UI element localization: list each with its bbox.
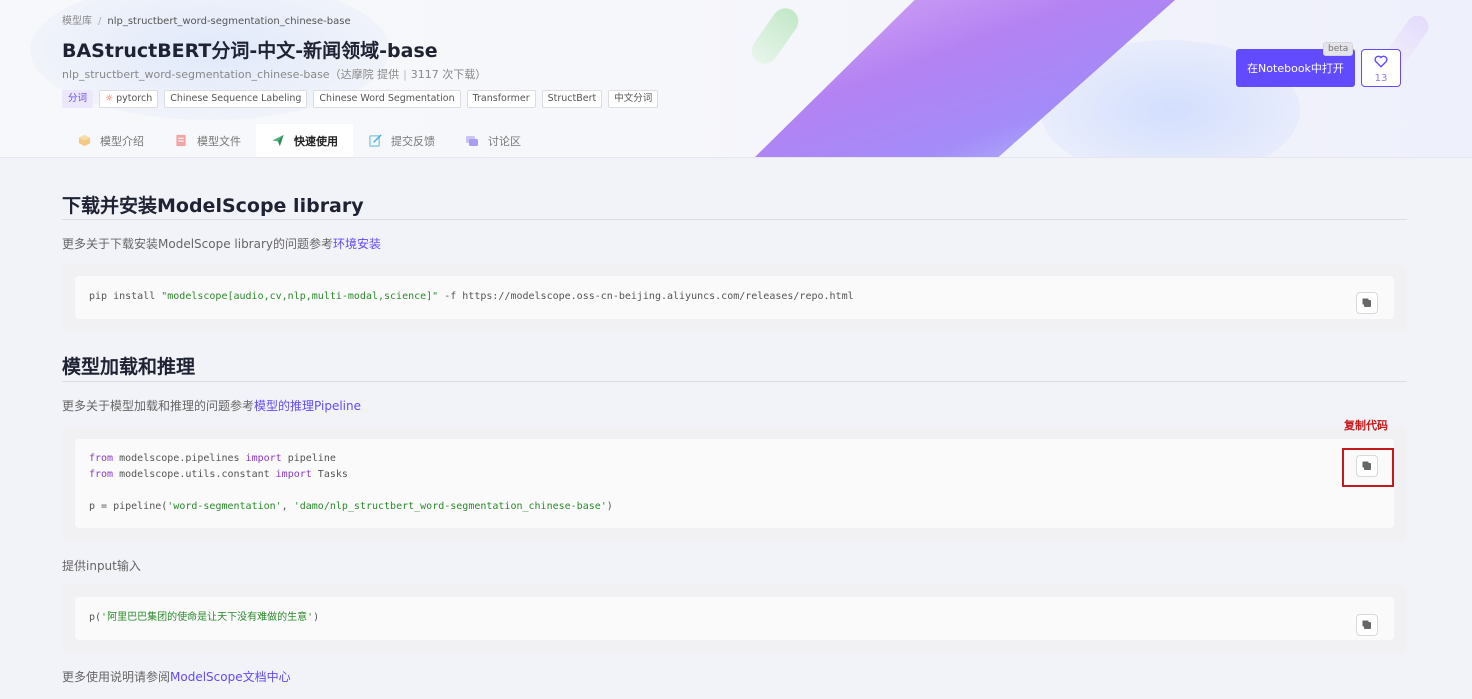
code-keyword: from: [89, 469, 114, 480]
tab-label: 讨论区: [488, 134, 521, 148]
inference-description: 更多关于模型加载和推理的问题参考模型的推理Pipeline: [62, 397, 361, 414]
section-divider: [62, 381, 1407, 382]
code-line: p('阿里巴巴集团的使命是让天下没有难做的生意'): [89, 610, 319, 626]
heart-icon: [1374, 53, 1388, 72]
tag-label: pytorch: [116, 93, 153, 104]
tab-model-files[interactable]: 模型文件: [159, 124, 256, 157]
tag[interactable]: Chinese Sequence Labeling: [164, 90, 308, 108]
breadcrumb: 模型库 / nlp_structbert_word-segmentation_chi…: [62, 12, 351, 27]
tab-bar: 模型介绍 模型文件 快速使用 提交反馈 讨论区: [62, 124, 536, 157]
tab-label: 提交反馈: [391, 134, 435, 148]
code-token: pip install: [89, 291, 162, 302]
tab-label: 模型文件: [197, 134, 241, 148]
section-divider: [62, 219, 1407, 220]
chat-icon: [465, 134, 479, 148]
code-line: from modelscope.pipelines import pipelin…: [89, 451, 336, 467]
description-text: 更多关于下载安装ModelScope library的问题参考: [62, 237, 334, 251]
header-decoration: [755, 0, 1175, 157]
tag-task[interactable]: 分词: [62, 90, 94, 108]
code-block-input: p('阿里巴巴集团的使命是让天下没有难做的生意'): [62, 585, 1407, 653]
tag[interactable]: StructBert: [541, 90, 603, 108]
tab-model-intro[interactable]: 模型介绍: [62, 124, 159, 157]
subtitle-divider: |: [403, 68, 407, 81]
page-title: BAStructBERT分词-中文-新闻领域-base: [62, 40, 438, 62]
tab-discussion[interactable]: 讨论区: [450, 124, 536, 157]
code-token: p(: [89, 612, 102, 623]
code-line: from modelscope.utils.constant import Ta…: [89, 467, 348, 483]
code-token: pipeline: [281, 453, 336, 464]
file-icon: [174, 134, 188, 148]
code-keyword: import: [275, 469, 312, 480]
copy-code-annotation: 复制代码: [1344, 419, 1388, 432]
code-block-body: from modelscope.pipelines import pipelin…: [75, 439, 1394, 528]
breadcrumb-separator: /: [98, 16, 102, 27]
like-button[interactable]: 13: [1361, 49, 1401, 87]
code-token: ,: [281, 501, 294, 512]
tag[interactable]: Transformer: [466, 90, 536, 108]
model-subtitle: nlp_structbert_word-segmentation_chinese…: [62, 66, 486, 82]
code-string: "modelscope[audio,cv,nlp,multi-modal,sci…: [161, 291, 439, 302]
tab-feedback[interactable]: 提交反馈: [353, 124, 450, 157]
code-line: pip install "modelscope[audio,cv,nlp,mul…: [89, 289, 854, 305]
section-title-inference: 模型加载和推理: [62, 356, 196, 378]
code-token: ): [606, 501, 613, 512]
model-provider: （达摩院 提供: [329, 68, 400, 81]
copy-code-button[interactable]: [1356, 614, 1378, 636]
tag-framework[interactable]: ☼ pytorch: [99, 90, 159, 108]
tag-list: 分词 ☼ pytorch Chinese Sequence Labeling Ch…: [62, 90, 659, 108]
pipeline-link[interactable]: 模型的推理Pipeline: [254, 399, 361, 413]
copy-icon: [1363, 621, 1371, 629]
code-token: ): [313, 612, 320, 623]
model-id: nlp_structbert_word-segmentation_chinese…: [62, 68, 330, 81]
tag[interactable]: 中文分词: [608, 90, 659, 108]
code-token: p = pipeline(: [89, 501, 168, 512]
copy-icon: [1363, 299, 1371, 307]
paper-plane-icon: [271, 134, 285, 148]
code-line: p = pipeline('word-segmentation', 'damo/…: [89, 499, 613, 515]
code-block-inference: from modelscope.pipelines import pipelin…: [62, 427, 1407, 541]
footer-description: 更多使用说明请参阅ModelScope文档中心: [62, 668, 291, 685]
download-count: 3117 次下载）: [410, 68, 487, 81]
model-header: 模型库 / nlp_structbert_word-segmentation_chi…: [0, 0, 1472, 158]
tab-label: 快速使用: [294, 134, 338, 148]
section-title-install: 下载并安装ModelScope library: [62, 195, 364, 217]
code-token: modelscope.utils.constant: [113, 469, 276, 480]
code-string: '阿里巴巴集团的使命是让天下没有难做的生意': [101, 612, 314, 623]
code-block-body: pip install "modelscope[audio,cv,nlp,mul…: [75, 276, 1394, 319]
like-count: 13: [1374, 72, 1388, 84]
code-token: -f https://modelscope.oss-cn-beijing.ali…: [438, 291, 854, 302]
tab-quick-start[interactable]: 快速使用: [256, 124, 353, 157]
edit-icon: [368, 134, 382, 148]
breadcrumb-current: nlp_structbert_word-segmentation_chinese…: [107, 16, 351, 27]
beta-badge: beta: [1323, 42, 1354, 56]
breadcrumb-root[interactable]: 模型库: [62, 16, 92, 27]
code-string: 'word-segmentation': [167, 501, 282, 512]
description-text: 更多使用说明请参阅: [62, 670, 171, 684]
code-keyword: from: [89, 453, 114, 464]
env-install-link[interactable]: 环境安装: [333, 237, 381, 251]
code-token: Tasks: [311, 469, 348, 480]
header-decoration: [746, 3, 804, 69]
pytorch-icon: ☼: [105, 94, 114, 104]
input-description: 提供input输入: [62, 559, 141, 573]
code-string: 'damo/nlp_structbert_word-segmentation_c…: [293, 501, 607, 512]
tag[interactable]: Chinese Word Segmentation: [313, 90, 461, 108]
cube-icon: [77, 134, 91, 148]
copy-code-button[interactable]: [1356, 292, 1378, 314]
code-keyword: import: [245, 453, 282, 464]
docs-center-link[interactable]: ModelScope文档中心: [170, 670, 291, 684]
annotation-highlight-box: [1342, 448, 1394, 487]
tab-label: 模型介绍: [100, 134, 144, 148]
code-block-body: p('阿里巴巴集团的使命是让天下没有难做的生意'): [75, 597, 1394, 640]
code-token: modelscope.pipelines: [113, 453, 246, 464]
description-text: 更多关于模型加载和推理的问题参考: [62, 399, 255, 413]
install-description: 更多关于下载安装ModelScope library的问题参考环境安装: [62, 235, 381, 252]
code-block-install: pip install "modelscope[audio,cv,nlp,mul…: [62, 265, 1407, 331]
